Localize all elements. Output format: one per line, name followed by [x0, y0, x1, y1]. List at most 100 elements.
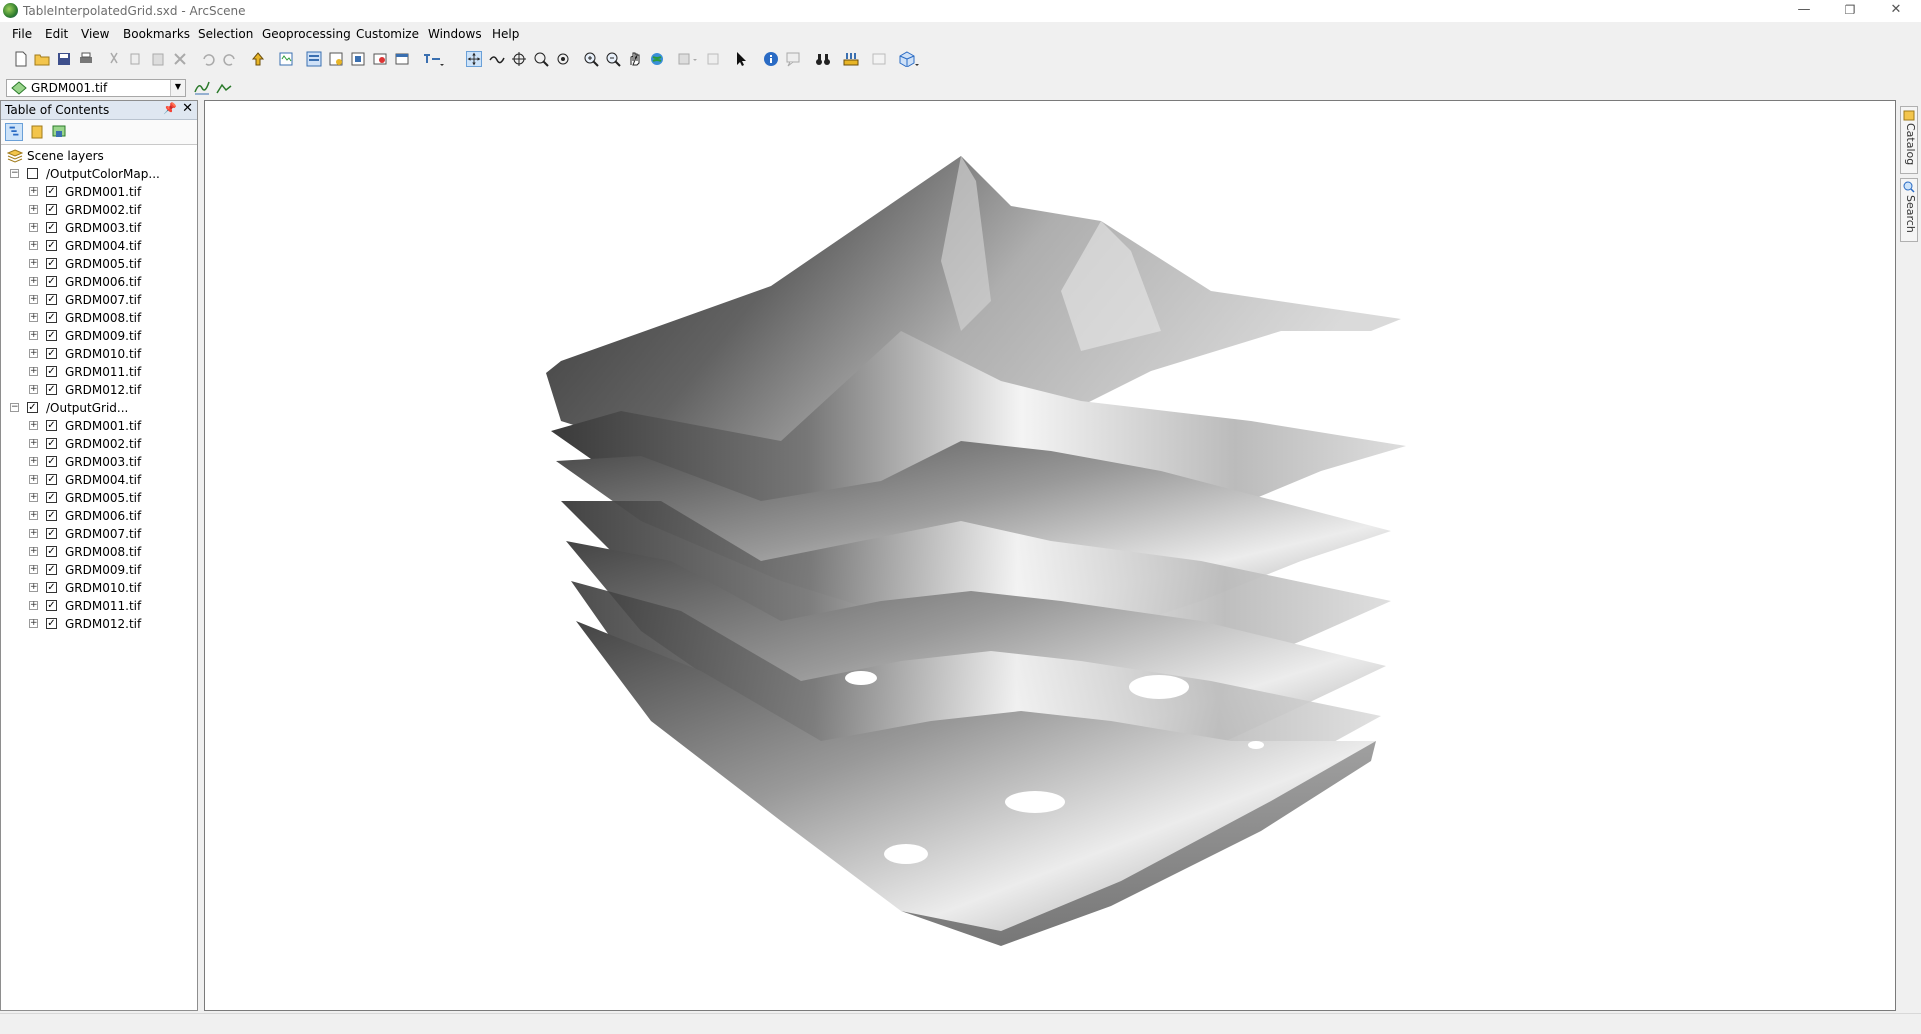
- animation-icon[interactable]: [871, 51, 887, 67]
- minimize-button[interactable]: —: [1781, 0, 1827, 22]
- layer-properties-icon[interactable]: [328, 51, 344, 67]
- html-popup-icon[interactable]: [785, 51, 801, 67]
- layer-visibility-checkbox[interactable]: ✓: [46, 438, 57, 449]
- fly-icon[interactable]: [489, 51, 505, 67]
- expand-icon[interactable]: +: [29, 439, 38, 448]
- add-data-icon[interactable]: [250, 51, 266, 67]
- editor-tool-icon[interactable]: [422, 51, 444, 67]
- layer-visibility-checkbox[interactable]: ✓: [46, 474, 57, 485]
- expand-icon[interactable]: +: [29, 493, 38, 502]
- layer-visibility-checkbox[interactable]: ✓: [46, 564, 57, 575]
- expand-icon[interactable]: +: [29, 331, 38, 340]
- expand-icon[interactable]: +: [29, 241, 38, 250]
- expand-icon[interactable]: +: [29, 565, 38, 574]
- zoom-to-target-icon[interactable]: [533, 51, 549, 67]
- expand-icon[interactable]: +: [29, 277, 38, 286]
- expand-icon[interactable]: +: [29, 619, 38, 628]
- identify-icon[interactable]: [763, 51, 779, 67]
- close-window-button[interactable]: ✕: [1873, 0, 1919, 22]
- layer-visibility-checkbox[interactable]: ✓: [46, 600, 57, 611]
- line-of-sight-icon[interactable]: [216, 80, 232, 96]
- search-tab[interactable]: Search: [1900, 178, 1918, 242]
- expand-icon[interactable]: +: [29, 529, 38, 538]
- layer-visibility-checkbox[interactable]: ✓: [46, 492, 57, 503]
- render-icon[interactable]: [350, 51, 366, 67]
- layer-visibility-checkbox[interactable]: ✓: [46, 204, 57, 215]
- expand-icon[interactable]: +: [29, 349, 38, 358]
- pan-icon[interactable]: [627, 51, 643, 67]
- zoom-in-icon[interactable]: [583, 51, 599, 67]
- navigate-icon[interactable]: [466, 51, 482, 67]
- catalog-tab[interactable]: Catalog: [1900, 106, 1918, 174]
- layer-visibility-checkbox[interactable]: [27, 168, 38, 179]
- menu-selection[interactable]: Selection: [198, 27, 253, 41]
- layer-visibility-checkbox[interactable]: ✓: [46, 186, 57, 197]
- expand-icon[interactable]: +: [29, 457, 38, 466]
- expand-icon[interactable]: +: [29, 385, 38, 394]
- toc-icon[interactable]: [278, 51, 294, 67]
- list-by-drawing-order-icon[interactable]: [5, 123, 23, 141]
- expand-icon[interactable]: +: [29, 421, 38, 430]
- expand-icon[interactable]: +: [29, 583, 38, 592]
- select-features-icon[interactable]: [677, 51, 699, 67]
- layer-visibility-checkbox[interactable]: ✓: [46, 546, 57, 557]
- layer-visibility-checkbox[interactable]: ✓: [46, 258, 57, 269]
- paste-icon[interactable]: [150, 51, 166, 67]
- menu-edit[interactable]: Edit: [45, 27, 68, 41]
- layer-visibility-checkbox[interactable]: ✓: [46, 618, 57, 629]
- cut-icon[interactable]: [106, 51, 122, 67]
- expand-icon[interactable]: +: [29, 547, 38, 556]
- expand-icon[interactable]: +: [29, 259, 38, 268]
- list-by-source-icon[interactable]: [28, 123, 46, 141]
- restore-button[interactable]: ❐: [1827, 0, 1873, 22]
- print-icon[interactable]: [78, 51, 94, 67]
- menu-view[interactable]: View: [81, 27, 109, 41]
- menu-geoprocessing[interactable]: Geoprocessing: [262, 27, 351, 41]
- expand-icon[interactable]: +: [29, 367, 38, 376]
- 3d-effects-icon[interactable]: [899, 51, 921, 67]
- zoom-out-icon[interactable]: [605, 51, 621, 67]
- collapse-icon[interactable]: −: [10, 169, 19, 178]
- layer-visibility-checkbox[interactable]: ✓: [46, 330, 57, 341]
- open-folder-icon[interactable]: [34, 51, 50, 67]
- center-target-icon[interactable]: [511, 51, 527, 67]
- menu-customize[interactable]: Customize: [356, 27, 419, 41]
- layer-visibility-checkbox[interactable]: ✓: [46, 348, 57, 359]
- expand-icon[interactable]: +: [29, 601, 38, 610]
- layer-visibility-checkbox[interactable]: ✓: [27, 402, 38, 413]
- editor-tool-icon[interactable]: [394, 51, 410, 67]
- scene-view[interactable]: [204, 100, 1896, 1011]
- find-icon[interactable]: [815, 51, 831, 67]
- delete-icon[interactable]: [172, 51, 188, 67]
- layer-visibility-checkbox[interactable]: ✓: [46, 312, 57, 323]
- scene-layer-icon[interactable]: [306, 51, 322, 67]
- layer-visibility-checkbox[interactable]: ✓: [46, 294, 57, 305]
- expand-icon[interactable]: +: [29, 475, 38, 484]
- surface-profile-icon[interactable]: [194, 80, 210, 96]
- expand-icon[interactable]: +: [29, 511, 38, 520]
- layer-visibility-checkbox[interactable]: ✓: [46, 384, 57, 395]
- layer-visibility-checkbox[interactable]: ✓: [46, 510, 57, 521]
- menu-bookmarks[interactable]: Bookmarks: [123, 27, 190, 41]
- clear-selection-icon[interactable]: [705, 51, 721, 67]
- layer-visibility-checkbox[interactable]: ✓: [46, 366, 57, 377]
- layer-visibility-checkbox[interactable]: ✓: [46, 240, 57, 251]
- layer-visibility-checkbox[interactable]: ✓: [46, 582, 57, 593]
- expand-icon[interactable]: +: [29, 223, 38, 232]
- chevron-down-icon[interactable]: ▼: [170, 80, 185, 96]
- window-icon[interactable]: [372, 51, 388, 67]
- collapse-icon[interactable]: −: [10, 403, 19, 412]
- layer-visibility-checkbox[interactable]: ✓: [46, 276, 57, 287]
- save-icon[interactable]: [56, 51, 72, 67]
- layer-visibility-checkbox[interactable]: ✓: [46, 420, 57, 431]
- layer-visibility-checkbox[interactable]: ✓: [46, 222, 57, 233]
- full-extent-icon[interactable]: [649, 51, 665, 67]
- list-by-selection-icon[interactable]: [50, 123, 68, 141]
- pin-icon[interactable]: 📌: [163, 102, 177, 115]
- new-document-icon[interactable]: [13, 51, 29, 67]
- menu-help[interactable]: Help: [492, 27, 519, 41]
- copy-icon[interactable]: [128, 51, 144, 67]
- set-observer-icon[interactable]: [555, 51, 571, 67]
- layer-selector-dropdown[interactable]: GRDM001.tif ▼: [6, 79, 186, 97]
- select-elements-icon[interactable]: [733, 51, 749, 67]
